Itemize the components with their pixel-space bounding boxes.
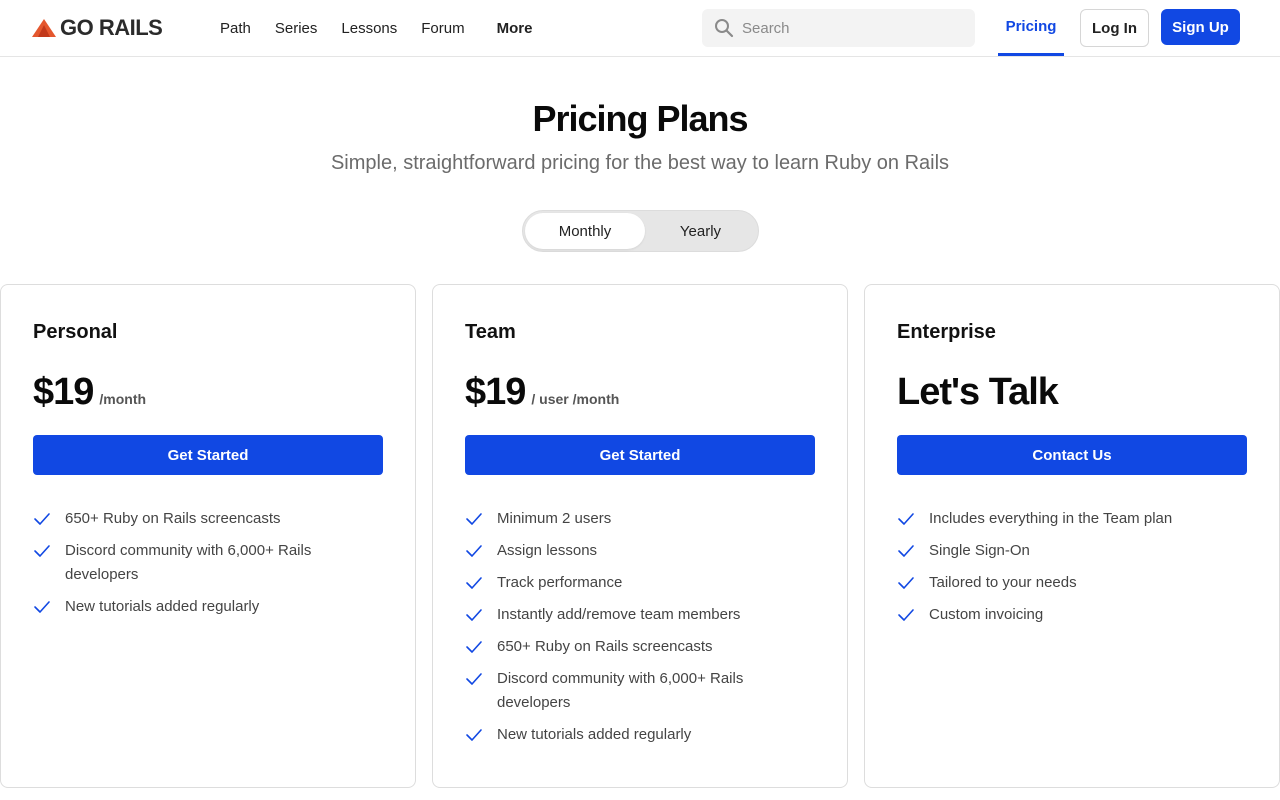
check-icon bbox=[465, 571, 485, 595]
price-row: $19 / user /month bbox=[465, 371, 619, 414]
feature-item: Discord community with 6,000+ Rails deve… bbox=[465, 667, 805, 715]
feature-text: New tutorials added regularly bbox=[497, 726, 692, 743]
check-icon bbox=[897, 539, 917, 563]
feature-list: 650+ Ruby on Rails screencasts Discord c… bbox=[33, 507, 373, 627]
feature-text: Single Sign-On bbox=[929, 542, 1030, 559]
feature-item: New tutorials added regularly bbox=[465, 723, 805, 747]
plan-card-team: Team $19 / user /month Get Started Minim… bbox=[432, 284, 848, 788]
nav-series[interactable]: Series bbox=[275, 20, 318, 37]
feature-list: Minimum 2 users Assign lessons Track per… bbox=[465, 507, 805, 755]
check-icon bbox=[33, 595, 53, 619]
login-button[interactable]: Log In bbox=[1080, 9, 1149, 47]
feature-text: Minimum 2 users bbox=[497, 510, 612, 527]
plan-card-personal: Personal $19 /month Get Started 650+ Rub… bbox=[0, 284, 416, 788]
check-icon bbox=[465, 507, 485, 531]
check-icon bbox=[897, 571, 917, 595]
feature-list: Includes everything in the Team plan Sin… bbox=[897, 507, 1237, 635]
feature-text: 650+ Ruby on Rails screencasts bbox=[65, 510, 281, 527]
get-started-button[interactable]: Get Started bbox=[33, 435, 383, 475]
plan-name: Enterprise bbox=[897, 321, 996, 343]
feature-item: Custom invoicing bbox=[897, 603, 1237, 627]
feature-item: Single Sign-On bbox=[897, 539, 1237, 563]
nav-pricing[interactable]: Pricing bbox=[998, 0, 1064, 56]
feature-item: Tailored to your needs bbox=[897, 571, 1237, 595]
check-icon bbox=[465, 635, 485, 659]
plan-card-enterprise: Enterprise Let's Talk Contact Us Include… bbox=[864, 284, 1280, 788]
billing-monthly-option[interactable]: Monthly bbox=[525, 213, 645, 249]
feature-text: Discord community with 6,000+ Rails deve… bbox=[497, 670, 744, 711]
billing-yearly-option[interactable]: Yearly bbox=[645, 213, 756, 249]
signup-button[interactable]: Sign Up bbox=[1161, 9, 1240, 45]
feature-item: 650+ Ruby on Rails screencasts bbox=[465, 635, 805, 659]
feature-item: Includes everything in the Team plan bbox=[897, 507, 1237, 531]
billing-toggle: Monthly Yearly bbox=[522, 210, 759, 252]
check-icon bbox=[33, 507, 53, 531]
feature-text: Discord community with 6,000+ Rails deve… bbox=[65, 542, 312, 583]
feature-text: New tutorials added regularly bbox=[65, 598, 260, 615]
feature-text: Track performance bbox=[497, 574, 623, 591]
contact-us-button[interactable]: Contact Us bbox=[897, 435, 1247, 475]
feature-item: Assign lessons bbox=[465, 539, 805, 563]
page-subtitle: Simple, straightforward pricing for the … bbox=[330, 152, 950, 174]
page-title: Pricing Plans bbox=[532, 98, 748, 139]
nav-path[interactable]: Path bbox=[220, 20, 251, 37]
check-icon bbox=[897, 603, 917, 627]
check-icon bbox=[465, 603, 485, 627]
feature-item: Instantly add/remove team members bbox=[465, 603, 805, 627]
check-icon bbox=[465, 723, 485, 747]
feature-item: New tutorials added regularly bbox=[33, 595, 373, 619]
get-started-button[interactable]: Get Started bbox=[465, 435, 815, 475]
main-nav: Path Series Lessons Forum More bbox=[220, 0, 556, 56]
feature-item: Track performance bbox=[465, 571, 805, 595]
feature-text: Tailored to your needs bbox=[929, 574, 1077, 591]
gorails-logo[interactable]: GO RAILS bbox=[32, 15, 163, 40]
feature-item: 650+ Ruby on Rails screencasts bbox=[33, 507, 373, 531]
plan-price: $19 bbox=[465, 371, 526, 413]
feature-text: Includes everything in the Team plan bbox=[929, 510, 1173, 527]
site-header: GO RAILS Path Series Lessons Forum More … bbox=[0, 0, 1280, 57]
nav-lessons[interactable]: Lessons bbox=[341, 20, 397, 37]
nav-forum[interactable]: Forum bbox=[421, 20, 464, 37]
feature-item: Minimum 2 users bbox=[465, 507, 805, 531]
plan-name: Personal bbox=[33, 321, 118, 343]
nav-more[interactable]: More bbox=[497, 20, 533, 37]
plan-price-unit: / user /month bbox=[531, 391, 620, 407]
search-box[interactable] bbox=[702, 9, 975, 47]
feature-text: Assign lessons bbox=[497, 542, 598, 559]
check-icon bbox=[465, 667, 485, 691]
feature-text: Instantly add/remove team members bbox=[497, 606, 741, 623]
check-icon bbox=[897, 507, 917, 531]
price-row: $19 /month bbox=[33, 371, 146, 414]
rails-flame-icon bbox=[32, 19, 56, 37]
price-row: Let's Talk bbox=[897, 371, 1064, 414]
check-icon bbox=[33, 539, 53, 563]
search-input[interactable] bbox=[742, 19, 962, 37]
plan-name: Team bbox=[465, 321, 516, 343]
logo-text: GO RAILS bbox=[60, 15, 163, 40]
check-icon bbox=[465, 539, 485, 563]
search-icon bbox=[715, 19, 734, 38]
plan-price: $19 bbox=[33, 371, 94, 413]
feature-text: Custom invoicing bbox=[929, 606, 1044, 623]
feature-item: Discord community with 6,000+ Rails deve… bbox=[33, 539, 373, 587]
feature-text: 650+ Ruby on Rails screencasts bbox=[497, 638, 713, 655]
plan-price: Let's Talk bbox=[897, 371, 1059, 413]
plan-price-unit: /month bbox=[99, 391, 147, 407]
